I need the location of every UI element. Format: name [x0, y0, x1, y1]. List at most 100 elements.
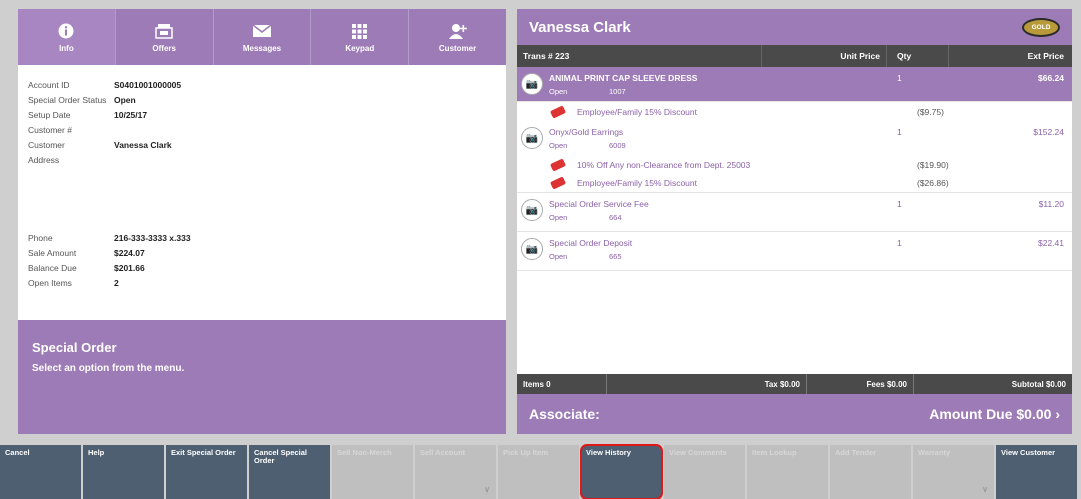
- discount-amount: ($19.90): [917, 159, 949, 170]
- discount-text: 10% Off Any non-Clearance from Dept. 250…: [577, 159, 751, 170]
- pick-up-item-button[interactable]: Pick Up Item: [498, 445, 579, 499]
- view-customer-button[interactable]: View Customer: [996, 445, 1077, 499]
- camera-icon: 📷: [521, 73, 543, 95]
- transaction-header: Vanessa Clark GOLD: [517, 9, 1072, 45]
- keypad-icon: [352, 21, 368, 41]
- tab-offers[interactable]: Offers: [116, 9, 214, 65]
- line-item[interactable]: 📷 ANIMAL PRINT CAP SLEEVE DRESS Open 1007 …: [517, 67, 1072, 102]
- amount-due[interactable]: Amount Due $0.00 ›: [929, 406, 1060, 422]
- cancel-special-order-button[interactable]: Cancel Special Order: [249, 445, 330, 499]
- exit-special-order-button[interactable]: Exit Special Order: [166, 445, 247, 499]
- customer-number-label: Customer #: [28, 124, 72, 135]
- balance-due-label: Balance Due: [28, 262, 77, 273]
- chevron-down-icon: ∨: [982, 485, 988, 495]
- discount-line[interactable]: Employee/Family 15% Discount ($9.75): [517, 102, 1072, 121]
- item-ext-price: $152.24: [1033, 127, 1064, 137]
- transaction-panel: Vanessa Clark GOLD Trans # 223 Unit Pric…: [517, 9, 1072, 434]
- discount-text: Employee/Family 15% Discount: [577, 106, 697, 117]
- account-id-row: Account ID S0401001000005: [28, 77, 506, 92]
- sale-amount-value: $224.07: [114, 247, 145, 258]
- discount-tag-icon: [549, 104, 567, 119]
- offers-icon: [155, 21, 173, 41]
- warranty-button[interactable]: Warranty ∨: [913, 445, 994, 499]
- camera-icon: 📷: [521, 238, 543, 260]
- phone-label: Phone: [28, 232, 53, 243]
- tab-customer-label: Customer: [438, 44, 477, 53]
- open-items-label: Open Items: [28, 277, 72, 288]
- help-button[interactable]: Help: [83, 445, 164, 499]
- item-status: Open: [549, 213, 568, 222]
- messages-icon: [252, 21, 272, 41]
- qty-header: Qty: [887, 45, 949, 67]
- tab-info[interactable]: Info: [18, 9, 116, 65]
- subtotal: Subtotal $0.00: [1011, 379, 1066, 389]
- customer-icon: [448, 21, 467, 41]
- discount-tag-icon: [549, 176, 567, 190]
- status-value: Open: [114, 94, 136, 105]
- item-ext-price: $11.20: [1038, 199, 1064, 209]
- line-item[interactable]: 📷 Onyx/Gold Earrings Open 6009 1 $152.24: [517, 121, 1072, 155]
- account-id-value: S0401001000005: [114, 79, 182, 90]
- tab-customer[interactable]: Customer: [409, 9, 506, 65]
- discount-line[interactable]: Employee/Family 15% Discount ($26.86): [517, 174, 1072, 193]
- balance-due-value: $201.66: [114, 262, 145, 273]
- trans-number-header: Trans # 223: [517, 45, 762, 67]
- item-table-header: Trans # 223 Unit Price Qty Ext Price: [517, 45, 1072, 67]
- chevron-down-icon: ∨: [484, 485, 490, 495]
- customer-name: Vanessa Clark: [529, 18, 631, 36]
- item-status: Open: [549, 87, 568, 96]
- sale-amount-label: Sale Amount: [28, 247, 77, 258]
- item-sku: 665: [609, 252, 622, 261]
- sale-amount-row: Sale Amount $224.07: [28, 245, 506, 260]
- tab-keypad[interactable]: Keypad: [311, 9, 410, 65]
- phone-value: 216-333-3333 x.333: [114, 232, 191, 243]
- item-ext-price: $22.41: [1038, 238, 1064, 248]
- chevron-right-icon: ›: [1055, 406, 1060, 422]
- discount-amount: ($9.75): [917, 106, 944, 117]
- line-item[interactable]: 📷 Special Order Service Fee Open 664 1 $11…: [517, 193, 1072, 232]
- tab-offers-label: Offers: [152, 44, 176, 53]
- item-lookup-button[interactable]: Item Lookup: [747, 445, 828, 499]
- open-items-row: Open Items 2: [28, 275, 506, 290]
- cancel-button[interactable]: Cancel: [0, 445, 81, 499]
- item-qty: 1: [897, 73, 902, 83]
- item-sku: 664: [609, 213, 622, 222]
- item-name: Onyx/Gold Earrings: [549, 127, 624, 137]
- sell-non-merch-button[interactable]: Sell Non-Merch: [332, 445, 413, 499]
- phone-row: Phone 216-333-3333 x.333: [28, 230, 506, 245]
- line-item[interactable]: 📷 Special Order Deposit Open 665 1 $22.41: [517, 232, 1072, 271]
- item-qty: 1: [897, 127, 902, 137]
- item-name: Special Order Service Fee: [549, 199, 649, 209]
- item-name: ANIMAL PRINT CAP SLEEVE DRESS: [549, 73, 698, 83]
- add-tender-button[interactable]: Add Tender: [830, 445, 911, 499]
- special-order-panel: Special Order Select an option from the …: [18, 320, 506, 434]
- discount-tag-icon: [549, 157, 567, 172]
- associate-bar[interactable]: Associate: Amount Due $0.00 ›: [517, 394, 1072, 434]
- discount-text: Employee/Family 15% Discount: [577, 178, 697, 188]
- view-comments-button[interactable]: View Comments: [664, 445, 745, 499]
- customer-row: Customer Vanessa Clark: [28, 137, 506, 152]
- address-row: Address: [28, 152, 506, 167]
- item-qty: 1: [897, 238, 902, 248]
- totals-bar: Items 0 Tax $0.00 Fees $0.00 Subtotal $0…: [517, 374, 1072, 394]
- nav-bar: Info Offers Messages Keypad Customer: [18, 9, 506, 65]
- status-label: Special Order Status: [28, 94, 107, 105]
- discount-line[interactable]: 10% Off Any non-Clearance from Dept. 250…: [517, 155, 1072, 174]
- action-button-bar: Cancel Help Exit Special Order Cancel Sp…: [0, 444, 1081, 499]
- tax-total: Tax $0.00: [607, 374, 807, 394]
- special-order-title: Special Order: [32, 340, 117, 355]
- account-info: Account ID S0401001000005 Special Order S…: [18, 65, 506, 320]
- setup-date-row: Setup Date 10/25/17: [28, 107, 506, 122]
- view-history-button[interactable]: View History: [580, 444, 663, 499]
- ext-price-header: Ext Price: [1027, 51, 1064, 61]
- address-label: Address: [28, 154, 60, 165]
- amount-due-label: Amount Due $0.00: [929, 406, 1052, 422]
- sell-account-button[interactable]: Sell Account ∨: [415, 445, 496, 499]
- item-sku: 6009: [609, 141, 626, 150]
- tab-messages[interactable]: Messages: [214, 9, 312, 65]
- item-sku: 1007: [609, 87, 626, 96]
- account-id-label: Account ID: [28, 79, 70, 90]
- setup-date-value: 10/25/17: [114, 109, 148, 120]
- gold-badge-icon: GOLD: [1022, 17, 1060, 37]
- item-name: Special Order Deposit: [549, 238, 633, 248]
